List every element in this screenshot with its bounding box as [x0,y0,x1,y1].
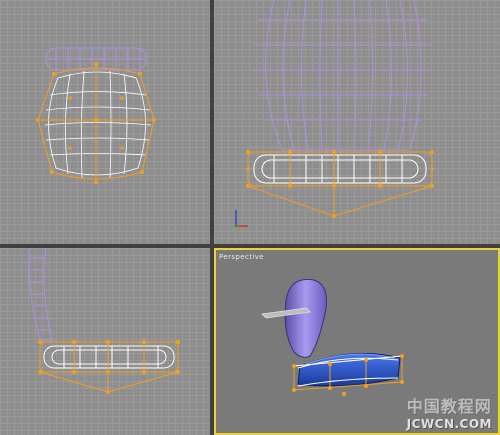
axis-tripod-icon [234,210,248,228]
ffd-lattice [247,151,433,217]
left-viewport[interactable] [0,248,210,435]
front-viewport[interactable] [214,0,500,244]
backrest-model [284,278,327,358]
perspective-viewport[interactable]: Perspective [214,248,500,435]
front-view-wireframe [234,0,434,228]
perspective-chair-render [261,278,404,396]
ffd-control-points [38,340,180,394]
left-view-wireframe [28,248,180,394]
backrest-wireframe [254,0,432,151]
max-viewports-layout: Perspective 中国教程网 JCWCN.COM [0,0,500,435]
seat-wireframe [43,345,175,369]
ffd-lattice [37,64,155,182]
top-view-wireframe [36,47,156,184]
seat-wireframe [253,154,427,184]
seat-cushion-wireframe [44,69,152,179]
top-viewport[interactable] [0,0,210,244]
backrest-wireframe [28,248,53,341]
